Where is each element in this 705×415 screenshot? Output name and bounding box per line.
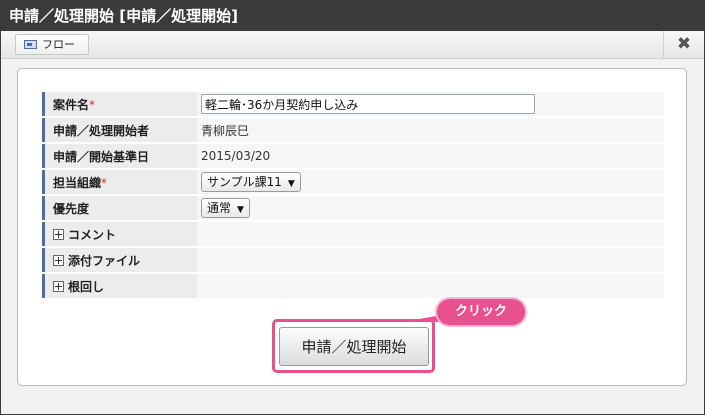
- field-value-case-name: [197, 92, 664, 116]
- case-name-label: 案件名: [53, 97, 90, 112]
- expand-comment[interactable]: コメント: [42, 222, 197, 246]
- org-select-value: サンプル課11: [207, 175, 282, 189]
- form-row-org: 担当組織* サンプル課11 ▼: [42, 170, 664, 194]
- field-label-applicant: 申請／処理開始者: [42, 118, 197, 142]
- submit-button[interactable]: 申請／処理開始: [279, 327, 429, 366]
- form-table: 案件名* 申請／処理開始者 青柳辰巳 申請／開始基準日 2015/03/20: [42, 90, 664, 300]
- field-label-priority: 優先度: [42, 196, 197, 220]
- comment-value: [197, 222, 664, 246]
- field-label-base-date: 申請／開始基準日: [42, 144, 197, 168]
- form-row-nemawashi: 根回し: [42, 274, 664, 298]
- expand-nemawashi[interactable]: 根回し: [42, 274, 197, 298]
- priority-label: 優先度: [53, 201, 90, 216]
- form-row-attachment: 添付ファイル: [42, 248, 664, 272]
- org-label: 担当組織: [53, 175, 102, 190]
- case-name-input[interactable]: [201, 94, 535, 114]
- flow-tab-label: フロー: [42, 38, 75, 51]
- form-row-comment: コメント: [42, 222, 664, 246]
- org-select[interactable]: サンプル課11 ▼: [201, 172, 301, 192]
- applicant-label: 申請／処理開始者: [53, 123, 150, 138]
- chevron-down-icon: ▼: [237, 205, 244, 215]
- flow-tab[interactable]: フロー: [15, 34, 89, 55]
- nemawashi-value: [197, 274, 664, 298]
- required-mark: *: [101, 175, 108, 190]
- field-label-org: 担当組織*: [42, 170, 197, 194]
- field-value-priority: 通常 ▼: [197, 196, 664, 220]
- required-mark: *: [89, 97, 96, 112]
- click-callout: クリック: [437, 299, 525, 325]
- nemawashi-label: 根回し: [68, 279, 105, 294]
- plus-icon: [53, 280, 64, 292]
- flow-icon: [24, 40, 37, 49]
- attachment-value: [197, 248, 664, 272]
- attachment-label: 添付ファイル: [68, 253, 141, 268]
- window-title: 申請／処理開始 [申請／処理開始]: [1, 1, 704, 31]
- toolbar: フロー ✖: [1, 31, 704, 59]
- priority-select-value: 通常: [207, 201, 232, 215]
- plus-icon: [53, 228, 64, 240]
- dialog-window: 申請／処理開始 [申請／処理開始] フロー ✖ 案件名* 申請／処理開始者: [0, 0, 705, 415]
- priority-select[interactable]: 通常 ▼: [201, 198, 250, 218]
- applicant-value: 青柳辰巳: [197, 118, 664, 142]
- close-button[interactable]: ✖: [663, 31, 704, 58]
- comment-label: コメント: [68, 227, 117, 242]
- close-icon: ✖: [676, 34, 692, 54]
- plus-icon: [53, 254, 64, 266]
- field-value-org: サンプル課11 ▼: [197, 170, 664, 194]
- form-row-case-name: 案件名*: [42, 92, 664, 116]
- chevron-down-icon: ▼: [287, 179, 295, 189]
- form-row-priority: 優先度 通常 ▼: [42, 196, 664, 220]
- form-row-base-date: 申請／開始基準日 2015/03/20: [42, 144, 664, 168]
- base-date-label: 申請／開始基準日: [53, 149, 150, 164]
- expand-attachment[interactable]: 添付ファイル: [42, 248, 197, 272]
- base-date-value: 2015/03/20: [197, 144, 664, 168]
- field-label-case-name: 案件名*: [42, 92, 197, 116]
- form-row-applicant: 申請／処理開始者 青柳辰巳: [42, 118, 664, 142]
